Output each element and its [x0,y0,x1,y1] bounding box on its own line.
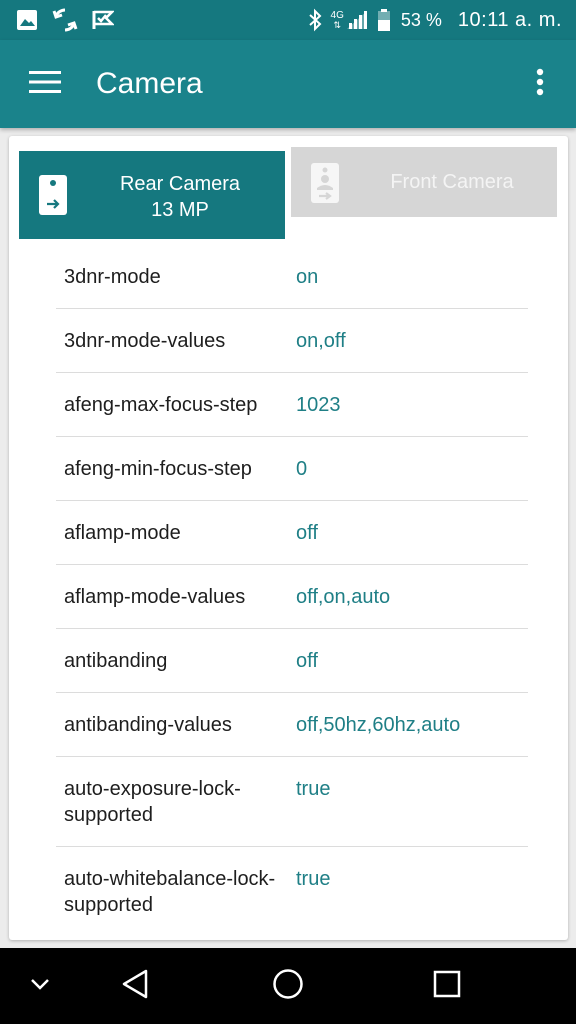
signal-icon [345,9,369,31]
param-value: on [296,265,319,288]
bluetooth-icon [307,8,323,32]
tab-front-camera-label: Front Camera [390,171,514,193]
sync-icon [52,7,78,33]
list-item: auto-whitebalance-lock-supported true [56,847,528,937]
chevron-down-icon [30,977,50,995]
tab-rear-camera[interactable]: Rear Camera 13 MP [19,151,285,239]
parameter-list[interactable]: 3dnr-mode on 3dnr-mode-values on,off afe… [56,245,528,937]
list-item: afeng-min-focus-step 0 [56,437,528,501]
nav-home-button[interactable] [263,948,313,1024]
overflow-menu-button[interactable] [518,54,562,114]
check-flag-icon [92,9,114,31]
param-value: 0 [296,457,308,480]
list-item: antibanding off [56,629,528,693]
home-icon [272,968,304,1005]
more-vert-icon [536,68,544,101]
list-item: afeng-max-focus-step 1023 [56,373,528,437]
list-item: aflamp-mode off [56,501,528,565]
param-name: afeng-min-focus-step [64,457,252,480]
param-value: off,on,auto [296,585,391,608]
menu-button[interactable] [14,53,76,115]
param-name: 3dnr-mode [64,265,161,288]
camera-tabs: Rear Camera 13 MP Front Camera [9,136,568,240]
front-camera-icon [311,163,339,208]
param-value: 1023 [296,393,341,416]
param-name: aflamp-mode-values [64,585,246,608]
page-title: Camera [96,67,203,100]
list-item: 3dnr-mode-values on,off [56,309,528,373]
param-name: antibanding [64,649,168,672]
tab-rear-camera-label: Rear Camera [119,173,241,195]
param-name: auto-whitebalance-lock-supported [64,868,276,916]
param-value: off [296,649,318,672]
nav-back-button[interactable] [110,948,160,1024]
list-item: 3dnr-mode on [56,245,528,309]
battery-icon [377,8,391,32]
param-value: true [296,778,331,800]
network-indicator: 4G ⇅ [331,9,369,31]
param-name: auto-exposure-lock-supported [64,778,241,826]
list-item: aflamp-mode-values off,on,auto [56,565,528,629]
param-name: 3dnr-mode-values [64,329,226,352]
status-time: 10:11 a. m. [457,8,562,31]
param-name: aflamp-mode [64,521,181,544]
tab-front-camera[interactable]: Front Camera [291,147,557,217]
network-type-label: 4G [330,9,344,21]
back-icon [121,968,149,1005]
param-value: on,off [296,329,346,352]
tab-rear-camera-resolution: 13 MP [151,199,209,221]
status-bar: 4G ⇅ 53 % 10:11 a. m. [0,0,576,40]
param-name: antibanding-values [64,713,232,736]
list-item: auto-exposure-lock-supported true [56,757,528,847]
rear-camera-icon [39,175,67,220]
camera-info-card: Rear Camera 13 MP Front Camera 3dnr-mode… [9,136,568,940]
system-nav-bar [0,948,576,1024]
list-item: antibanding-values off,50hz,60hz,auto [56,693,528,757]
nav-recents-button[interactable] [422,948,472,1024]
param-value: true [296,868,331,890]
hamburger-menu-icon [29,70,61,99]
battery-percent: 53 % [400,9,442,30]
param-name: afeng-max-focus-step [64,393,258,416]
param-value: off [296,521,318,544]
param-value: off,50hz,60hz,auto [296,713,461,736]
app-bar: Camera [0,40,576,128]
recents-icon [433,970,461,1003]
nav-collapse-button[interactable] [20,948,60,1024]
image-icon [16,9,38,31]
